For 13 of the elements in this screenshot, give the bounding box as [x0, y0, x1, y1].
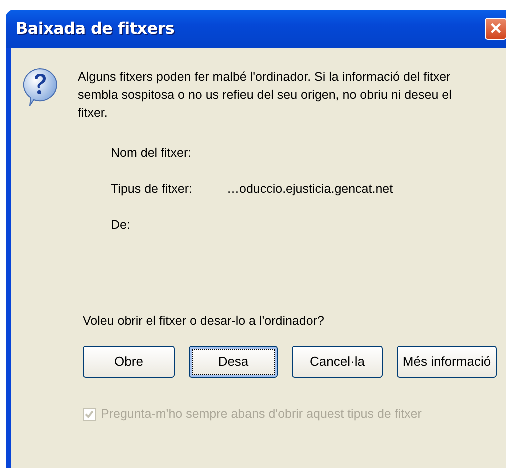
dialog-button[interactable]: Obre — [83, 346, 175, 378]
field-label: Tipus de fitxer: — [111, 180, 194, 198]
field-label: Nom del fitxer: — [111, 145, 193, 162]
dialog-button[interactable]: Cancel·la — [292, 346, 383, 378]
question-text: Voleu obrir el fitxer o desar-lo a l'ordinador? — [83, 313, 326, 330]
checkbox-label: Pregunta-m'ho sempre abans d'obrir aquest tipus de fitxer — [101, 406, 422, 423]
question-icon — [22, 68, 58, 106]
warning-message: Alguns fitxers poden fer malbé l'ordinador. Si la informació del fitxer sembla sospitosa o no us refieu del seu origen, no obriu ni deseu el fitxer. — [78, 69, 453, 122]
field-label: De: — [111, 216, 132, 234]
dialog-button[interactable]: Desa — [189, 346, 278, 378]
field-value: …oduccio.ejusticia.gencat.net — [227, 180, 394, 198]
window-title: Baixada de fitxers — [16, 18, 175, 40]
dialog-button[interactable]: Més informació — [397, 346, 497, 378]
